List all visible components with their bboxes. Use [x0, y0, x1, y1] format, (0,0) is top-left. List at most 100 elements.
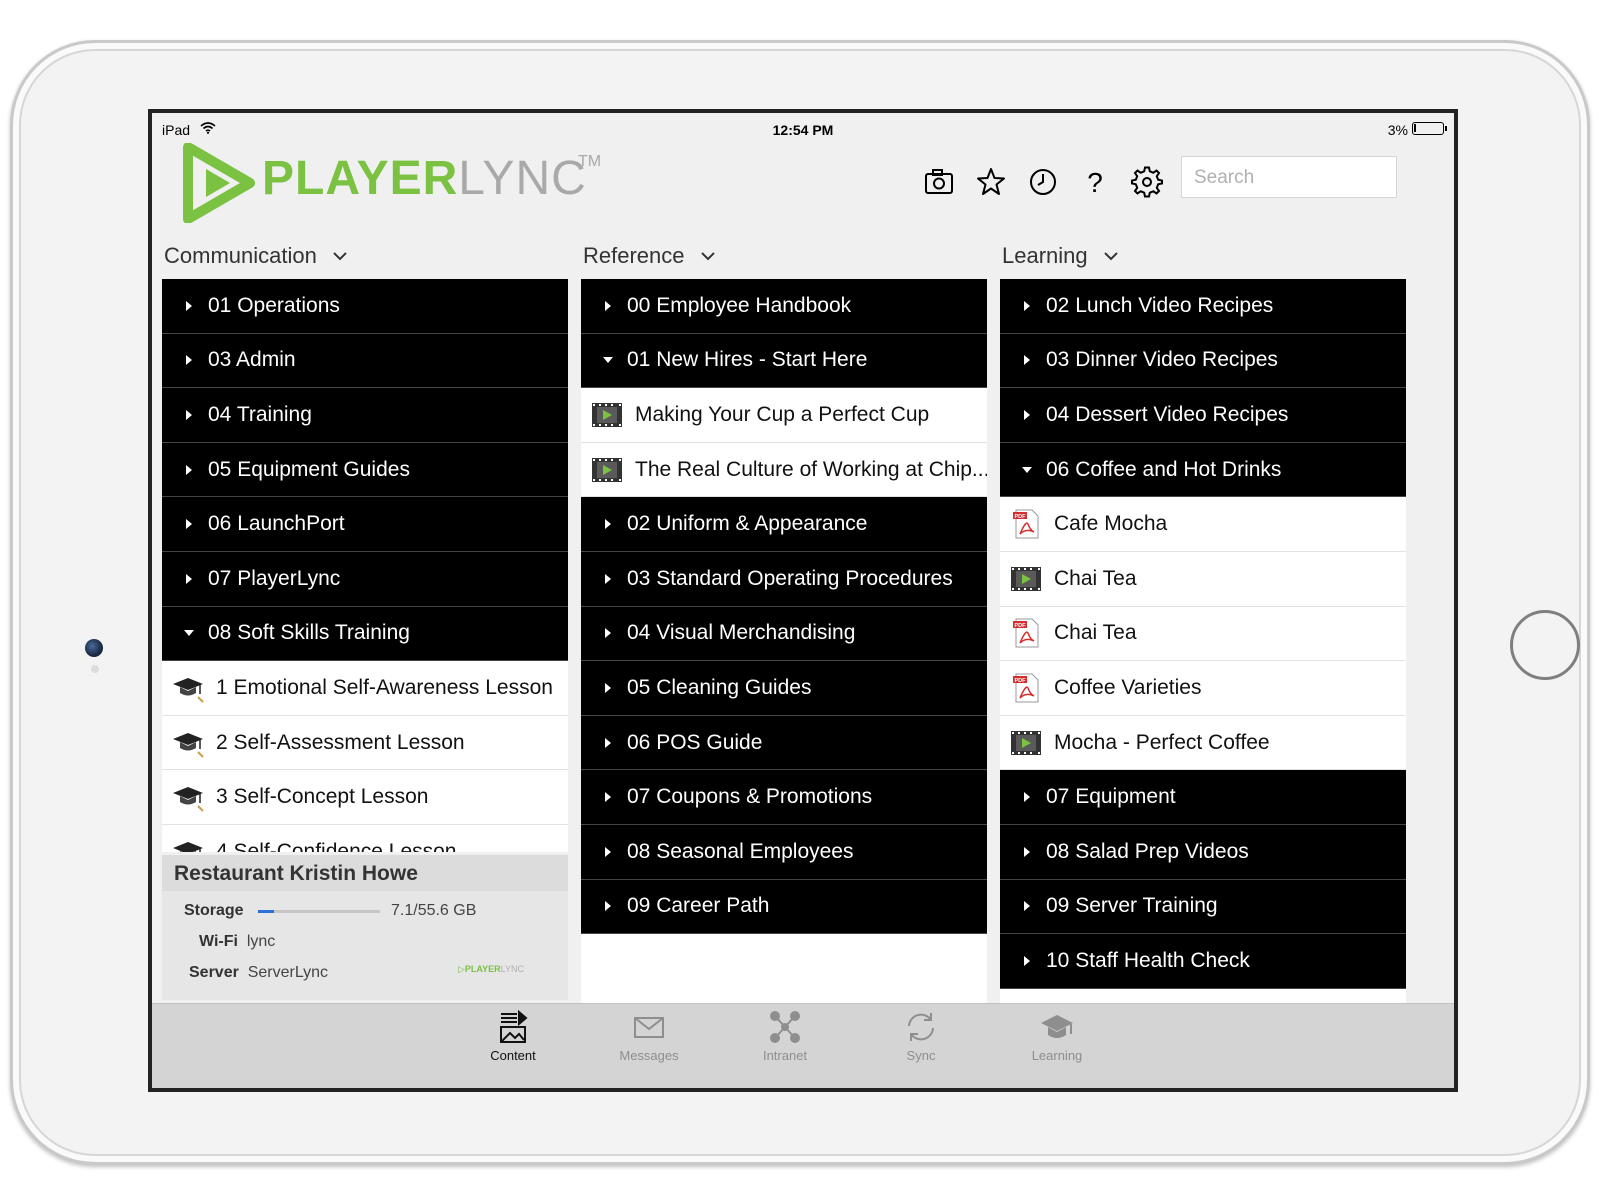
folder-row[interactable]: 02 Lunch Video Recipes — [1000, 279, 1406, 334]
wifi-row: Wi-Fi lync — [199, 933, 276, 950]
caret-right-icon — [1024, 901, 1030, 912]
folder-row[interactable]: 03 Standard Operating Procedures — [581, 551, 987, 607]
help-icon[interactable]: ? — [1078, 165, 1112, 199]
folder-row[interactable]: 08 Salad Prep Videos — [1000, 824, 1406, 880]
row-label: 09 Server Training — [1046, 894, 1218, 918]
list-communication: 01 Operations 03 Admin 04 Training 05 Equip… — [162, 279, 568, 852]
caret-right-icon — [1024, 300, 1030, 311]
server-value: ServerLync — [247, 964, 329, 981]
svg-text:PDF: PDF — [1015, 514, 1027, 520]
row-label: 04 Training — [208, 402, 312, 426]
row-label: 04 Visual Merchandising — [627, 621, 856, 645]
caret-right-icon — [186, 300, 192, 311]
row-label: 4 Self-Confidence Lesson — [216, 839, 457, 852]
folder-row[interactable]: 04 Dessert Video Recipes — [1000, 388, 1406, 443]
graduation-cap-icon — [173, 787, 204, 812]
row-label: 2 Self-Assessment Lesson — [216, 730, 465, 754]
server-row: Server ServerLync — [189, 964, 329, 981]
file-row[interactable]: 1 Emotional Self-Awareness Lesson — [162, 661, 568, 716]
chevron-down-icon — [333, 252, 347, 261]
folder-row[interactable]: 04 Training — [162, 388, 568, 443]
chevron-down-icon — [1104, 252, 1118, 261]
folder-row[interactable]: 06 POS Guide — [581, 715, 987, 771]
folder-row[interactable]: 04 Visual Merchandising — [581, 606, 987, 662]
column-header-reference[interactable]: Reference — [581, 233, 987, 279]
file-row[interactable]: PDF Chai Tea — [1000, 606, 1406, 662]
device-info-panel: Restaurant Kristin Howe Storage 7.1/55.6… — [162, 855, 568, 1000]
chevron-down-icon — [700, 252, 715, 261]
home-button[interactable] — [1510, 610, 1580, 680]
caret-down-icon — [603, 357, 613, 364]
tab-messages[interactable]: Messages — [594, 1010, 704, 1063]
star-icon[interactable] — [974, 165, 1008, 199]
file-row[interactable]: Chai Tea — [1000, 551, 1406, 607]
file-row[interactable]: 3 Self-Concept Lesson — [162, 770, 568, 825]
folder-row[interactable]: 10 Staff Health Check — [1000, 934, 1406, 989]
folder-row[interactable]: 00 Employee Handbook — [581, 279, 987, 334]
clock-time: 12:54 PM — [772, 122, 834, 138]
svg-text:PDF: PDF — [1015, 623, 1027, 629]
row-label: 3 Self-Concept Lesson — [216, 785, 429, 809]
caret-right-icon — [605, 792, 611, 803]
logo-mark-icon — [183, 143, 255, 223]
file-row[interactable]: 4 Self-Confidence Lesson — [162, 824, 568, 852]
camera-icon[interactable] — [922, 165, 956, 199]
folder-row[interactable]: 07 PlayerLync — [162, 551, 568, 607]
folder-row[interactable]: 07 Equipment — [1000, 770, 1406, 825]
graduation-cap-icon — [173, 732, 204, 758]
tab-sync[interactable]: Sync — [866, 1010, 976, 1063]
file-row[interactable]: PDF Cafe Mocha — [1000, 497, 1406, 552]
caret-right-icon — [186, 519, 192, 530]
folder-row[interactable]: 07 Coupons & Promotions — [581, 770, 987, 825]
folder-row[interactable]: 03 Dinner Video Recipes — [1000, 333, 1406, 389]
file-row[interactable]: Making Your Cup a Perfect Cup — [581, 388, 987, 443]
file-row[interactable]: The Real Culture of Working at Chip... — [581, 442, 987, 498]
row-label: 07 PlayerLync — [208, 566, 341, 590]
column-learning: Learning 02 Lunch Video Recipes 03 Dinner… — [1000, 233, 1406, 1003]
folder-row[interactable]: 05 Cleaning Guides — [581, 661, 987, 716]
tab-intranet[interactable]: Intranet — [730, 1010, 840, 1063]
row-label: 04 Dessert Video Recipes — [1046, 402, 1289, 426]
tab-bar: Content Messages Intranet Sync Learning — [152, 1003, 1454, 1088]
folder-row[interactable]: 01 New Hires - Start Here — [581, 333, 987, 389]
mini-playerlync-logo: ▷PLAYERLYNC — [458, 964, 524, 974]
gear-icon[interactable] — [1130, 165, 1164, 199]
status-bar: iPad 12:54 PM 3% — [152, 113, 1454, 141]
logo-trademark: TM — [578, 153, 602, 170]
tab-content[interactable]: Content — [458, 1010, 568, 1063]
search-input[interactable]: Search — [1181, 156, 1397, 198]
row-label: 07 Equipment — [1046, 785, 1176, 809]
folder-row[interactable]: 09 Server Training — [1000, 879, 1406, 935]
row-label: 02 Lunch Video Recipes — [1046, 293, 1274, 317]
row-label: Coffee Varieties — [1054, 675, 1202, 699]
column-header-learning[interactable]: Learning — [1000, 233, 1406, 279]
folder-row[interactable]: 06 Coffee and Hot Drinks — [1000, 442, 1406, 498]
file-row[interactable]: Mocha - Perfect Coffee — [1000, 715, 1406, 771]
row-label: 03 Admin — [208, 348, 296, 372]
folder-row[interactable]: 09 Career Path — [581, 879, 987, 935]
file-row[interactable]: 2 Self-Assessment Lesson — [162, 715, 568, 771]
network-icon — [770, 1011, 800, 1043]
caret-right-icon — [186, 573, 192, 584]
svg-text:?: ? — [1087, 167, 1103, 198]
pdf-icon: PDF — [1013, 509, 1039, 539]
folder-row[interactable]: 05 Equipment Guides — [162, 442, 568, 498]
caret-right-icon — [1024, 409, 1030, 420]
folder-row[interactable]: 08 Soft Skills Training — [162, 606, 568, 662]
row-label: 06 LaunchPort — [208, 512, 345, 536]
row-label: 03 Standard Operating Procedures — [627, 566, 953, 590]
column-header-communication[interactable]: Communication — [162, 233, 568, 279]
folder-row[interactable]: 06 LaunchPort — [162, 497, 568, 552]
file-row[interactable]: PDF Coffee Varieties — [1000, 661, 1406, 716]
pdf-icon: PDF — [1013, 673, 1039, 703]
folder-row[interactable]: 08 Seasonal Employees — [581, 824, 987, 880]
folder-row[interactable]: 01 Operations — [162, 279, 568, 334]
tab-learning[interactable]: Learning — [1002, 1010, 1112, 1063]
caret-right-icon — [605, 573, 611, 584]
folder-row[interactable]: 02 Uniform & Appearance — [581, 497, 987, 552]
row-label: 02 Uniform & Appearance — [627, 512, 868, 536]
clock-icon[interactable] — [1026, 165, 1060, 199]
caret-right-icon — [186, 409, 192, 420]
folder-row[interactable]: 03 Admin — [162, 333, 568, 389]
graduation-cap-icon — [173, 841, 203, 852]
